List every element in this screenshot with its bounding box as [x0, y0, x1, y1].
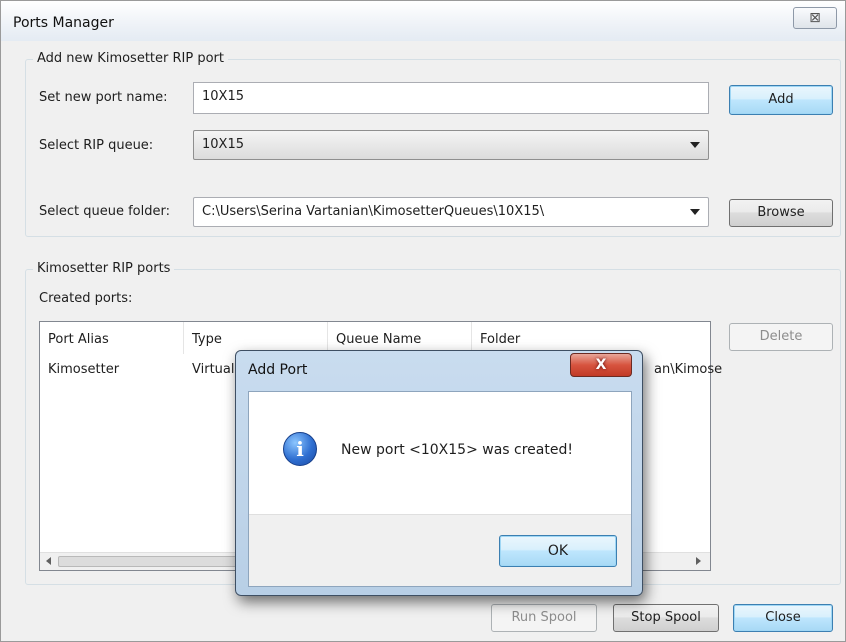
scroll-right-icon[interactable] — [696, 557, 701, 565]
rip-ports-group-legend: Kimosetter RIP ports — [33, 261, 175, 276]
window-title: Ports Manager — [13, 15, 114, 31]
dialog-title: Add Port — [248, 362, 308, 378]
ports-manager-window: Ports Manager ⊠ Add new Kimosetter RIP p… — [0, 0, 846, 642]
dialog-message: New port <10X15> was created! — [341, 442, 573, 458]
close-icon: X — [595, 357, 607, 373]
stop-spool-button[interactable]: Stop Spool — [613, 604, 719, 632]
port-name-value: 10X15 — [202, 89, 244, 104]
row-port-alias: Kimosetter — [48, 362, 120, 377]
browse-button[interactable]: Browse — [729, 199, 833, 227]
dialog-close-button[interactable]: X — [570, 353, 632, 377]
info-icon: i — [283, 432, 317, 466]
dialog-body: i New port <10X15> was created! OK — [248, 391, 632, 587]
column-header-port-alias[interactable]: Port Alias — [40, 322, 184, 354]
row-type: Virtual — [192, 362, 235, 377]
run-spool-button[interactable]: Run Spool — [491, 604, 597, 632]
add-button[interactable]: Add — [729, 85, 833, 115]
port-name-input[interactable]: 10X15 — [193, 82, 709, 114]
row-folder-tail: an\Kimose — [654, 362, 723, 377]
queue-folder-label: Select queue folder: — [39, 204, 170, 219]
queue-folder-select[interactable]: C:\Users\Serina Vartanian\KimosetterQueu… — [193, 197, 709, 227]
port-name-label: Set new port name: — [39, 90, 168, 105]
scroll-thumb[interactable] — [58, 556, 238, 567]
ok-button[interactable]: OK — [499, 535, 617, 567]
close-icon: ⊠ — [809, 10, 821, 26]
delete-button[interactable]: Delete — [729, 323, 833, 351]
add-port-group-legend: Add new Kimosetter RIP port — [33, 51, 228, 66]
scroll-left-icon[interactable] — [46, 557, 51, 565]
dialog-footer: OK — [249, 514, 631, 586]
rip-queue-value: 10X15 — [202, 137, 244, 152]
rip-queue-select[interactable]: 10X15 — [193, 130, 709, 160]
close-button[interactable]: Close — [733, 604, 833, 632]
queue-folder-value: C:\Users\Serina Vartanian\KimosetterQueu… — [202, 204, 545, 219]
add-port-dialog: Add Port X i New port <10X15> was create… — [235, 350, 643, 596]
window-close-button[interactable]: ⊠ — [793, 7, 837, 29]
created-ports-label: Created ports: — [39, 291, 133, 306]
title-bar: Ports Manager ⊠ — [1, 1, 845, 41]
rip-queue-label: Select RIP queue: — [39, 138, 154, 153]
chevron-down-icon — [690, 209, 700, 215]
chevron-down-icon — [690, 142, 700, 148]
